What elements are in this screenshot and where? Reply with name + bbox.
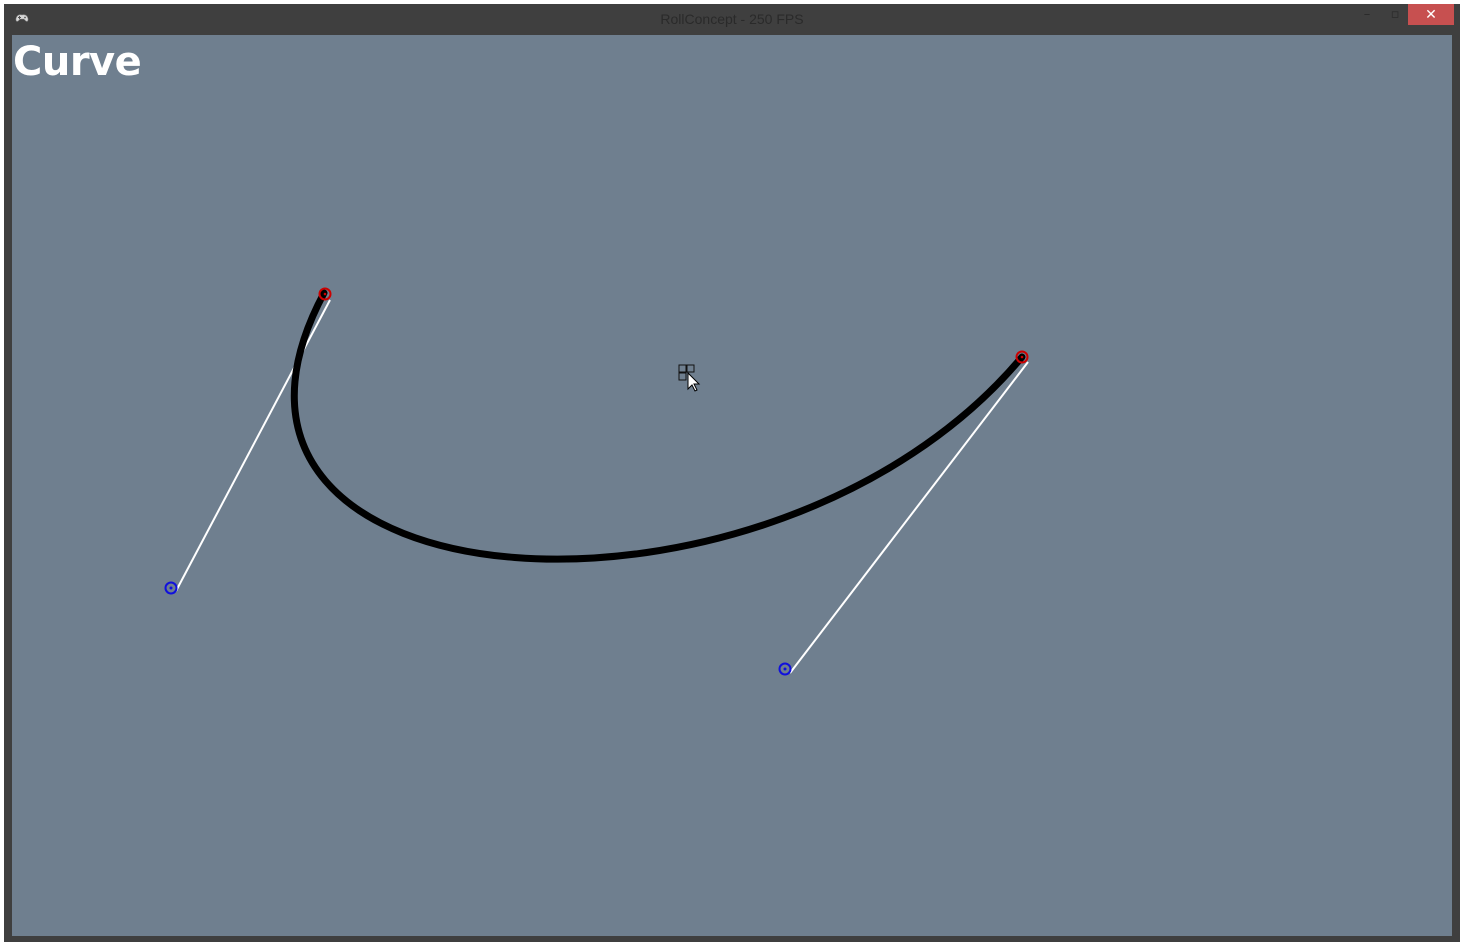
tangent-line-end xyxy=(789,361,1029,674)
control-handle-end[interactable] xyxy=(778,662,792,676)
curve-scene[interactable] xyxy=(12,35,1452,936)
minimize-button[interactable]: – xyxy=(1354,4,1380,25)
pointer-with-grid-icon xyxy=(678,364,701,392)
app-window: RollConcept - 250 FPS – ▫ ✕ Curve xyxy=(4,4,1460,942)
maximize-button[interactable]: ▫ xyxy=(1382,4,1408,25)
title-bar[interactable]: RollConcept - 250 FPS – ▫ ✕ xyxy=(4,4,1460,34)
scene-title: Curve xyxy=(13,39,142,85)
render-canvas[interactable]: Curve xyxy=(12,35,1452,936)
window-title: RollConcept - 250 FPS xyxy=(660,11,804,27)
close-button[interactable]: ✕ xyxy=(1408,4,1454,25)
control-handle-start[interactable] xyxy=(164,581,178,595)
bezier-curve xyxy=(291,289,1026,563)
